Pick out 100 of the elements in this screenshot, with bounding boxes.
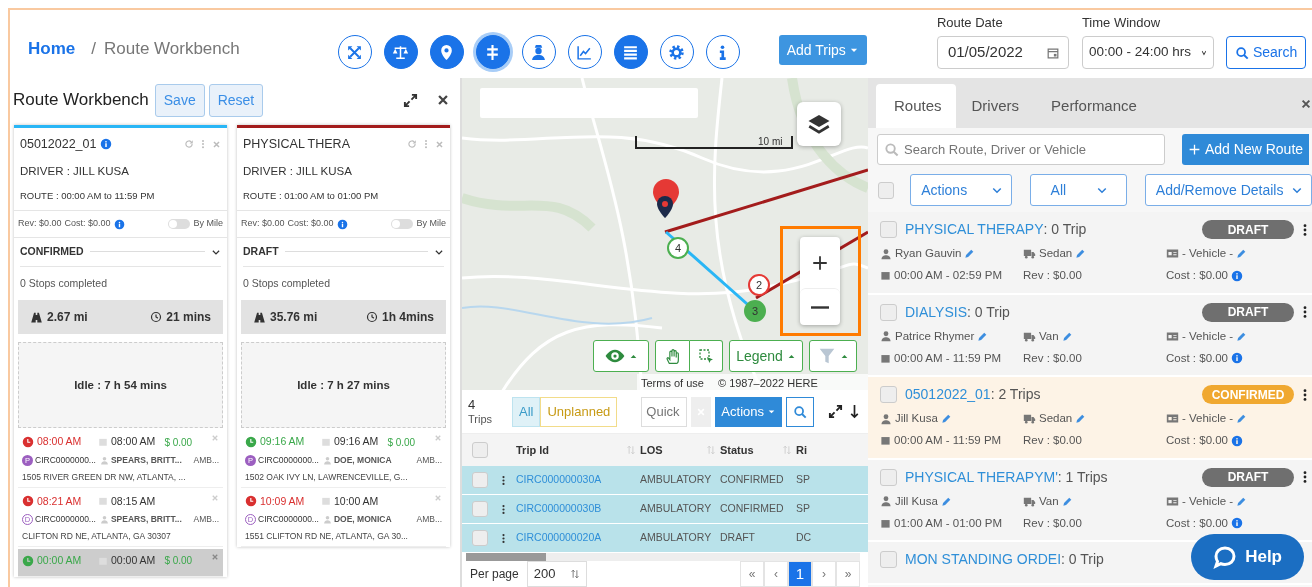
info-icon[interactable] — [1231, 352, 1243, 365]
route-stop-marker[interactable]: 3 — [744, 300, 766, 322]
close-icon[interactable] — [1300, 98, 1312, 110]
scales-button[interactable] — [383, 35, 418, 69]
info-icon[interactable] — [113, 218, 125, 230]
stop-card[interactable]: 00:00 AM 00:00 AM $ 0.00 — [18, 548, 223, 577]
route-name-link[interactable]: 05012022_01 — [905, 384, 991, 405]
close-icon[interactable] — [436, 93, 450, 107]
row-checkbox[interactable] — [880, 303, 897, 321]
edit-icon[interactable] — [1061, 330, 1073, 342]
edit-icon[interactable] — [964, 248, 976, 260]
driver-button[interactable] — [521, 35, 556, 69]
signpost-button[interactable] — [475, 35, 510, 69]
remove-icon[interactable] — [434, 434, 442, 443]
table-row[interactable]: CIRC000000030B AMBULATORY CONFIRMED SP — [462, 495, 868, 524]
column-header[interactable]: Trip Id — [516, 441, 549, 459]
page-link[interactable]: ‹ — [764, 561, 788, 587]
location-pin-button[interactable] — [429, 35, 464, 69]
row-checkbox[interactable] — [472, 472, 488, 488]
tab[interactable]: Routes — [876, 83, 956, 128]
trip-id-link[interactable]: CIRC000000030A — [516, 472, 640, 488]
route-name-link[interactable]: PHYSICAL THERAPYM' — [905, 466, 1058, 488]
column-header[interactable]: Ri — [796, 441, 807, 459]
trip-id-link[interactable]: CIRC000000030B — [516, 501, 640, 517]
page-link[interactable]: « — [740, 561, 764, 587]
filter-dropdown[interactable]: Actions — [910, 174, 1012, 206]
horizontal-scrollbar[interactable] — [466, 553, 860, 561]
edit-icon[interactable] — [1061, 495, 1073, 507]
table-row[interactable]: CIRC000000030A AMBULATORY CONFIRMED SP — [462, 466, 868, 495]
search-button[interactable]: Search — [1225, 36, 1307, 69]
legend-button[interactable]: Legend — [729, 340, 803, 372]
info-button[interactable] — [705, 35, 740, 69]
route-stop-marker[interactable]: 4 — [667, 237, 689, 259]
reset-button[interactable]: Reset — [208, 83, 264, 117]
route-name-link[interactable]: DIALYSIS — [905, 301, 967, 323]
home-link[interactable]: Home — [28, 35, 76, 61]
date-field[interactable]: 01/05/2022 — [936, 36, 1069, 69]
remove-icon[interactable] — [434, 493, 442, 502]
expand-icon[interactable] — [828, 404, 843, 419]
page-link[interactable]: 1 — [788, 561, 812, 587]
remove-icon[interactable] — [211, 552, 219, 561]
settings-button[interactable] — [659, 35, 694, 69]
column-header[interactable]: LOS — [640, 441, 663, 459]
expand-arrows-button[interactable] — [337, 35, 372, 69]
quick-search-field[interactable]: Quick — [641, 396, 688, 427]
save-button[interactable]: Save — [154, 83, 205, 117]
info-icon[interactable] — [100, 138, 113, 151]
route-stop-marker[interactable]: 2 — [748, 274, 770, 296]
info-icon[interactable] — [1231, 434, 1243, 447]
select-all-checkbox[interactable] — [472, 442, 488, 458]
edit-icon[interactable] — [1236, 495, 1248, 507]
filter-button[interactable] — [809, 340, 857, 372]
info-icon[interactable] — [1231, 269, 1243, 282]
route-name-link[interactable]: PHYSICAL THERAPY — [905, 219, 1044, 240]
remove-icon[interactable] — [211, 493, 219, 502]
row-checkbox[interactable] — [880, 386, 897, 403]
row-checkbox[interactable] — [880, 221, 897, 238]
row-checkbox[interactable] — [880, 468, 897, 486]
row-checkbox[interactable] — [472, 501, 488, 517]
info-icon[interactable] — [336, 218, 348, 230]
edit-icon[interactable] — [1075, 413, 1087, 425]
by-mile-toggle[interactable] — [168, 219, 191, 229]
edit-icon[interactable] — [1236, 413, 1248, 425]
edit-icon[interactable] — [1236, 248, 1248, 260]
add-new-route-button[interactable]: Add New Route — [1182, 134, 1310, 165]
time-window-select[interactable]: 00:00 - 24:00 hrs — [1081, 36, 1214, 69]
edit-icon[interactable] — [940, 413, 952, 425]
edit-icon[interactable] — [940, 495, 952, 507]
select-tool-button[interactable] — [690, 340, 723, 372]
select-all-checkbox[interactable] — [878, 181, 895, 199]
terms-link[interactable]: Terms of use — [641, 375, 704, 390]
per-page-select[interactable]: 200 — [526, 561, 587, 587]
route-search-field[interactable]: Search Route, Driver or Vehicle — [877, 134, 1165, 165]
filter-dropdown[interactable]: All — [1029, 174, 1127, 206]
list-button[interactable] — [613, 35, 648, 69]
row-checkbox[interactable] — [472, 530, 488, 546]
column-header[interactable]: Status — [720, 441, 754, 459]
refresh-icon[interactable] — [184, 139, 194, 150]
trip-id-link[interactable]: CIRC000000020A — [516, 530, 640, 546]
layers-button[interactable] — [797, 102, 841, 146]
help-button[interactable]: Help — [1191, 534, 1304, 580]
refresh-icon[interactable] — [407, 139, 417, 150]
route-name-link[interactable]: MON STANDING ORDEI — [905, 549, 1062, 570]
info-icon[interactable] — [1231, 517, 1243, 530]
route-list-item[interactable]: 05012022_01: 2 Trips CONFIRMED Jill Kusa Sedan - Vehicle - 00:00 AM - 11:59 PM Rev : $0.00 Cost : $0.00 — [868, 377, 1312, 460]
filter-tab[interactable]: All — [512, 396, 541, 427]
by-mile-toggle[interactable] — [391, 219, 414, 229]
search-button[interactable] — [786, 396, 814, 427]
line-chart-button[interactable] — [567, 35, 602, 69]
edit-icon[interactable] — [977, 330, 989, 342]
edit-icon[interactable] — [1236, 330, 1248, 342]
page-link[interactable]: › — [812, 561, 836, 587]
add-trips-button[interactable]: Add Trips — [778, 35, 867, 65]
pan-tool-button[interactable] — [655, 340, 690, 372]
filter-tab[interactable]: Unplanned — [540, 396, 618, 427]
page-link[interactable]: » — [836, 561, 860, 587]
actions-button[interactable]: Actions — [715, 396, 782, 427]
filter-dropdown[interactable]: Add/Remove Details — [1144, 174, 1312, 206]
tab[interactable]: Drivers — [955, 83, 1036, 128]
visibility-button[interactable] — [593, 340, 649, 372]
